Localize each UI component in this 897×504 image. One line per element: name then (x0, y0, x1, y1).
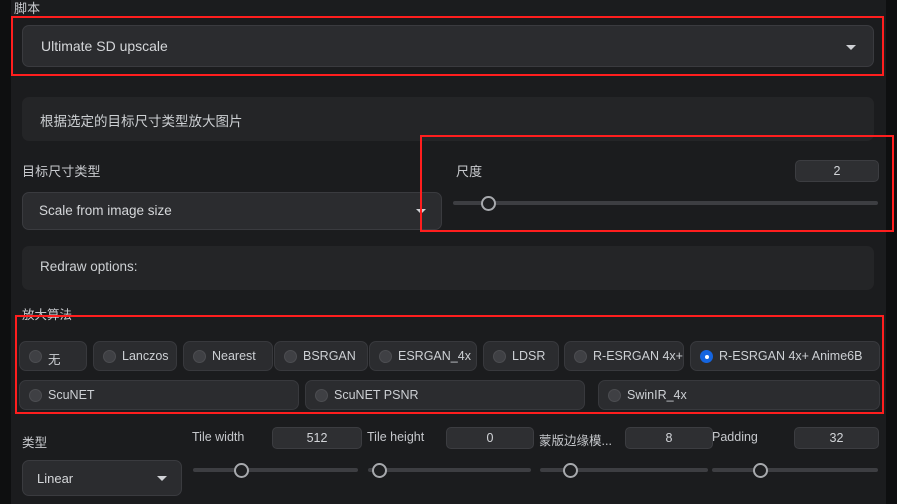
target-size-type-label: 目标尺寸类型 (22, 164, 101, 179)
scale-value-text: 2 (833, 164, 841, 178)
upscaler-radio-scunet[interactable]: ScuNET (19, 380, 299, 410)
radio-dot-icon (315, 389, 328, 402)
script-dropdown-value: Ultimate SD upscale (41, 38, 168, 54)
padding-value-text: 32 (829, 431, 844, 445)
redraw-options-text: Redraw options: (40, 259, 138, 274)
padding-label: Padding (712, 430, 758, 444)
tile-height-value-text: 0 (486, 431, 494, 445)
upscaler-radio-label: Nearest (212, 349, 256, 363)
type-dropdown[interactable]: Linear (22, 460, 182, 496)
scale-slider-track[interactable] (453, 201, 878, 205)
upscaler-radio-label: ScuNET PSNR (334, 388, 419, 402)
upscaler-radio-label: Lanczos (122, 349, 169, 363)
padding-slider-track[interactable] (712, 468, 878, 472)
script-dropdown[interactable]: Ultimate SD upscale (22, 25, 874, 67)
mask-blur-slider-handle[interactable] (562, 463, 578, 478)
mask-blur-label: 蒙版边缘模... (539, 434, 612, 448)
upscaler-radio-scunet-psnr[interactable]: ScuNET PSNR (305, 380, 585, 410)
tile-width-slider-track[interactable] (193, 468, 358, 472)
scale-value-input[interactable]: 2 (795, 160, 879, 182)
annotation-box-scale (420, 135, 894, 232)
mask-blur-input[interactable]: 8 (625, 427, 713, 449)
tile-height-label: Tile height (367, 430, 425, 444)
padding-slider-handle[interactable] (752, 463, 768, 478)
tile-width-label: Tile width (192, 430, 245, 444)
target-size-type-dropdown[interactable]: Scale from image size (22, 192, 442, 230)
upscaler-radio-label: R-ESRGAN 4x+ Anime6B (719, 349, 863, 363)
tile-width-input[interactable]: 512 (272, 427, 362, 449)
chevron-down-icon (157, 476, 167, 481)
script-section-label: 脚本 (14, 1, 41, 16)
tile-width-value-text: 512 (306, 431, 328, 445)
upscaler-radio-lanczos[interactable]: Lanczos (93, 341, 177, 371)
upscaler-radio-label: R-ESRGAN 4x+ (593, 349, 683, 363)
tile-height-slider-track[interactable] (368, 468, 531, 472)
radio-dot-icon (103, 350, 116, 363)
script-description-text: 根据选定的目标尺寸类型放大图片 (40, 114, 243, 129)
tile-width-slider-handle[interactable] (233, 463, 249, 478)
tile-height-input[interactable]: 0 (446, 427, 534, 449)
chevron-down-icon (846, 45, 856, 50)
right-gutter (886, 0, 897, 504)
type-label: 类型 (22, 436, 48, 450)
upscaler-radio-label: ScuNET (48, 388, 95, 402)
upscaler-radio-ldsr[interactable]: LDSR (483, 341, 559, 371)
mask-blur-value-text: 8 (665, 431, 673, 445)
upscaler-radio-label: BSRGAN (303, 349, 356, 363)
radio-dot-icon (700, 350, 713, 363)
type-dropdown-value: Linear (37, 471, 74, 486)
radio-dot-icon (574, 350, 587, 363)
scale-slider-handle[interactable] (481, 196, 496, 211)
scale-label: 尺度 (456, 164, 483, 179)
radio-dot-icon (493, 350, 506, 363)
upscaler-radio-r-esrgan-4x[interactable]: R-ESRGAN 4x+ (564, 341, 684, 371)
upscaler-radio-esrgan-4x[interactable]: ESRGAN_4x (369, 341, 477, 371)
upscaler-radio-nearest[interactable]: Nearest (183, 341, 273, 371)
upscaler-radio-label: LDSR (512, 349, 546, 363)
tile-height-slider-handle[interactable] (372, 463, 388, 478)
radio-dot-icon (379, 350, 392, 363)
radio-dot-icon (193, 350, 206, 363)
upscaler-radio-swinir-4x[interactable]: SwinIR_4x (598, 380, 880, 410)
upscaler-radio-r-esrgan-4x-anime6b[interactable]: R-ESRGAN 4x+ Anime6B (690, 341, 880, 371)
padding-input[interactable]: 32 (794, 427, 879, 449)
upscaler-radio-[interactable]: 无 (19, 341, 87, 371)
radio-dot-icon (284, 350, 297, 363)
upscaler-radio-label: SwinIR_4x (627, 388, 687, 402)
upscaler-radio-label: ESRGAN_4x (398, 349, 471, 363)
script-settings-panel: 脚本 Ultimate SD upscale 根据选定的目标尺寸类型放大图片 目… (0, 0, 897, 504)
script-description-panel: 根据选定的目标尺寸类型放大图片 (22, 97, 874, 141)
redraw-options-panel: Redraw options: (22, 246, 874, 290)
target-size-type-value: Scale from image size (39, 203, 172, 218)
left-gutter (0, 0, 11, 504)
upscaler-radio-bsrgan[interactable]: BSRGAN (274, 341, 368, 371)
radio-dot-icon (29, 389, 42, 402)
upscaler-group-label: 放大算法 (22, 308, 73, 322)
upscaler-radio-label: 无 (48, 353, 61, 367)
chevron-down-icon (416, 209, 426, 214)
radio-dot-icon (29, 350, 42, 363)
radio-dot-icon (608, 389, 621, 402)
